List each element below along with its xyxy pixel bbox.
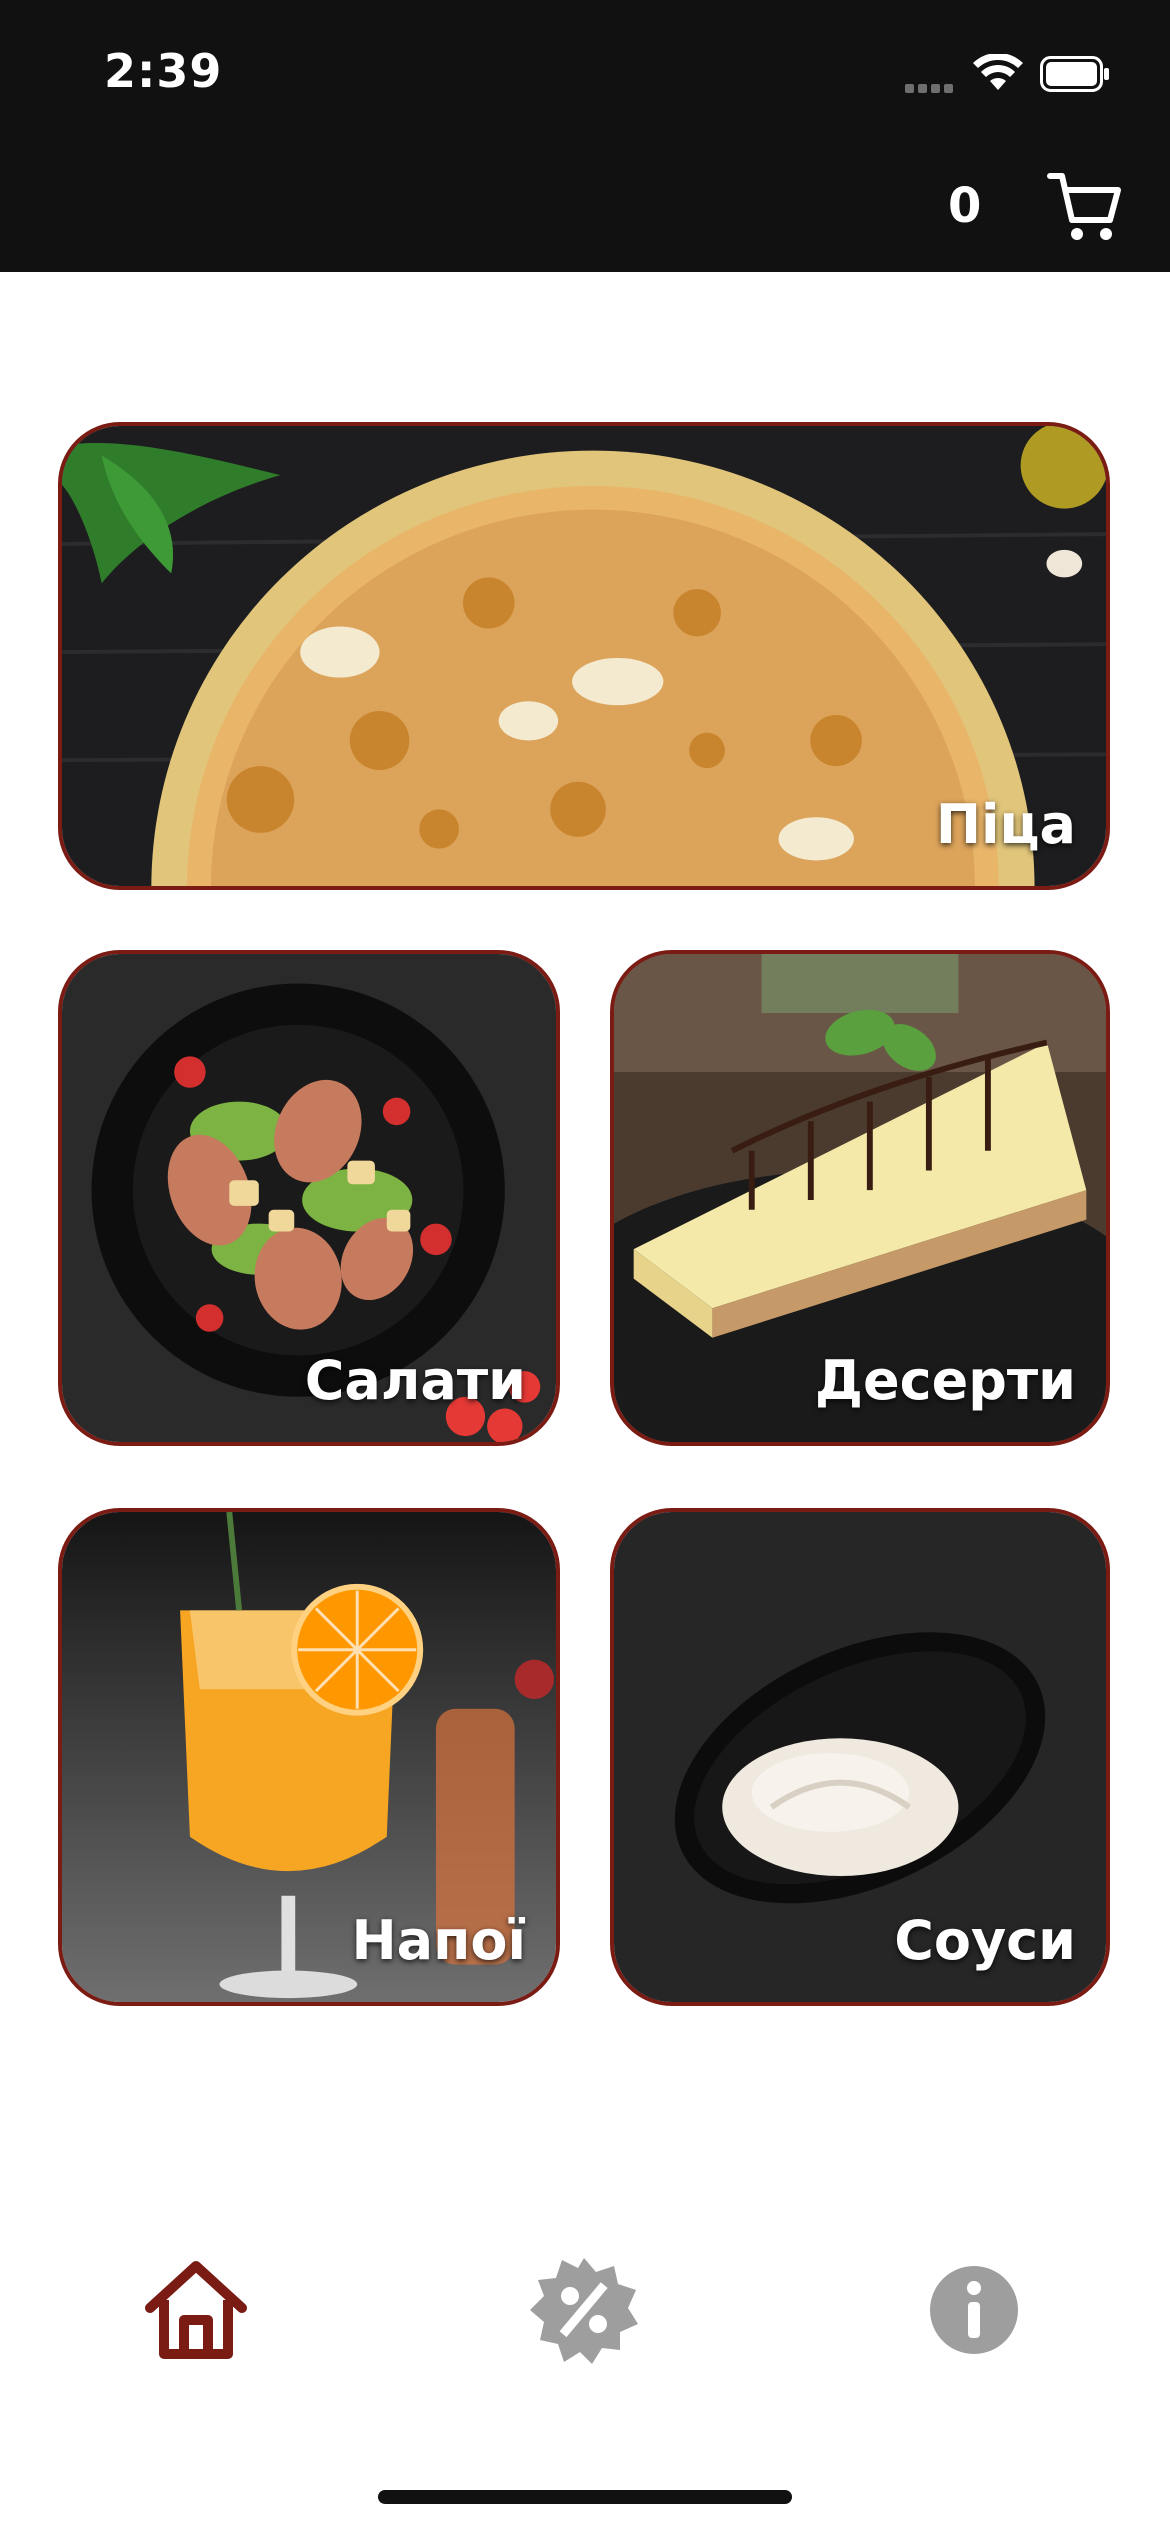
cellular-signal-icon [905,80,961,93]
category-label-drinks: Напої [351,1909,526,1972]
top-bar: 2:39 0 [0,0,1170,272]
category-card-pizza[interactable]: Піца [58,422,1110,890]
category-card-salads[interactable]: Салати [58,950,560,1446]
category-label-pizza: Піца [935,793,1076,856]
wifi-icon [973,54,1023,90]
home-icon[interactable] [136,2250,256,2370]
category-card-desserts[interactable]: Десерти [610,950,1110,1446]
category-label-sauces: Соуси [894,1909,1076,1972]
home-indicator [378,2490,792,2504]
cart-count: 0 [948,178,982,234]
discount-badge-icon[interactable] [524,2250,644,2370]
category-card-sauces[interactable]: Соуси [610,1508,1110,2006]
battery-icon [1040,56,1109,92]
category-label-salads: Салати [304,1349,526,1412]
cart-icon[interactable] [1046,168,1124,246]
bottom-tab-bar [0,2250,1170,2430]
category-label-desserts: Десерти [814,1349,1076,1412]
category-card-drinks[interactable]: Напої [58,1508,560,2006]
info-icon[interactable] [914,2250,1034,2370]
status-time: 2:39 [104,44,223,98]
